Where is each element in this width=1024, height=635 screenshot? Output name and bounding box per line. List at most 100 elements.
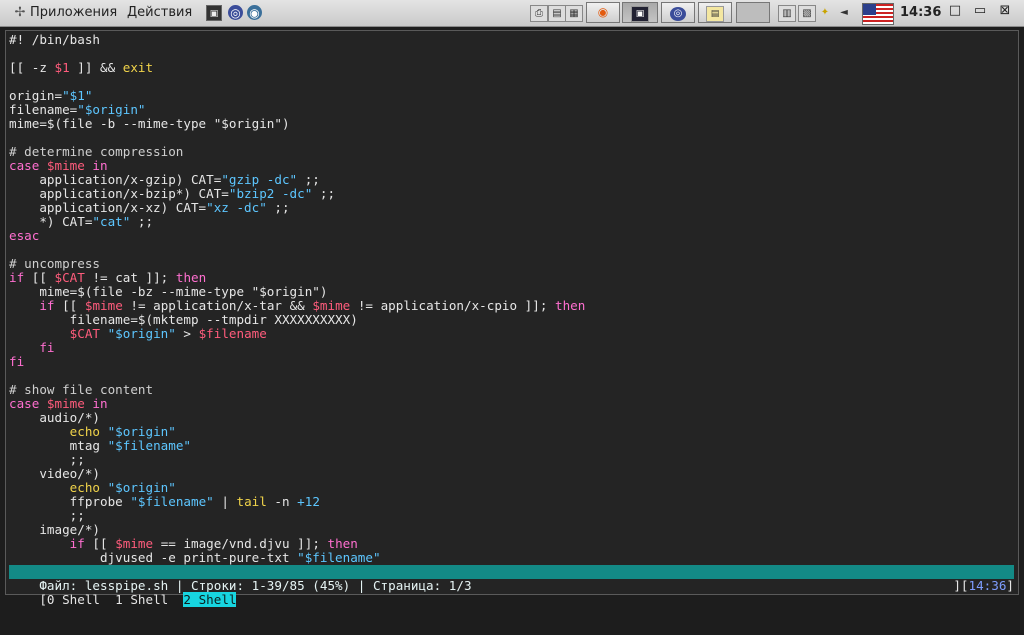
code-line: djvused -e print-pure-txt "$filename": [9, 551, 585, 565]
task-app[interactable]: ◎: [661, 2, 695, 23]
code-token: "$origin": [100, 326, 176, 341]
status-bar: Файл: lesspipe.sh | Строки: 1-39/85 (45%…: [9, 565, 1014, 593]
code-token: echo: [69, 480, 101, 495]
app-icon: ◎: [670, 7, 686, 21]
code-token: application/x-xz) CAT=: [9, 200, 207, 215]
network-icon[interactable]: ▦: [565, 5, 583, 22]
code-token: ;;: [297, 172, 320, 187]
code-token: $mime: [115, 536, 154, 551]
task-firefox[interactable]: ◉: [586, 2, 620, 23]
code-token: mtag: [9, 438, 108, 453]
code-line: ;;: [9, 453, 585, 467]
code-token: in: [84, 396, 108, 411]
code-line: $CAT "$origin" > $filename: [9, 327, 585, 341]
volume-icon[interactable]: ◄: [836, 5, 852, 20]
code-line: application/x-gzip) CAT="gzip -dc" ;;: [9, 173, 585, 187]
code-token: ;;: [9, 452, 85, 467]
code-token: ffprobe: [9, 494, 131, 509]
code-token: "$origin": [77, 102, 146, 117]
terminal-window[interactable]: #! /bin/bash [[ -z $1 ]] && exit origin=…: [5, 30, 1019, 607]
code-token: "xz -dc": [206, 200, 267, 215]
terminal-icon: ▣: [631, 6, 649, 22]
task-empty[interactable]: [736, 2, 770, 23]
weather-icon[interactable]: ✦: [817, 5, 833, 20]
code-token: ;;: [266, 200, 290, 215]
code-token: case: [9, 158, 47, 173]
code-line: if [[ $mime == image/vnd.djvu ]]; then: [9, 537, 585, 551]
code-line: ;;: [9, 509, 585, 523]
clipboard-icon[interactable]: ▧: [798, 5, 816, 22]
code-line: filename=$(mktemp --tmpdir XXXXXXXXXX): [9, 313, 585, 327]
code-token: != cat ]];: [84, 270, 176, 285]
editor-icon: ▤: [706, 6, 724, 22]
minimize-button[interactable]: ▭: [973, 4, 987, 18]
code-token: application/x-bzip*) CAT=: [9, 186, 229, 201]
code-token: ]] &&: [69, 60, 123, 75]
code-line: video/*): [9, 467, 585, 481]
code-token: origin=: [9, 88, 63, 103]
code-token: filename=: [9, 102, 78, 117]
code-token: filename=$(mktemp --tmpdir XXXXXXXXXX): [9, 312, 358, 327]
browser-icon[interactable]: ◉: [247, 5, 262, 20]
code-token: $mime: [46, 158, 85, 173]
code-token: $mime: [84, 298, 123, 313]
code-token: exit: [122, 60, 154, 75]
code-line: ffprobe "$filename" | tail -n +12: [9, 495, 585, 509]
code-token: |: [213, 494, 237, 509]
code-token: ;;: [312, 186, 336, 201]
code-token: >: [175, 326, 199, 341]
code-token: $CAT: [54, 270, 85, 285]
code-token: [[: [24, 270, 55, 285]
code-token: audio/*): [9, 410, 100, 425]
code-token: ;;: [130, 214, 154, 229]
panel-clock[interactable]: 14:36: [900, 5, 941, 20]
keyboard-layout-flag-icon[interactable]: [862, 3, 894, 25]
code-line: if [[ $mime != application/x-tar && $mim…: [9, 299, 585, 313]
top-panel: ✢ Приложения Действия ▣ ◎ ◉ ⎙ ▤ ▦ ◉ ▣ ◎ …: [0, 0, 1024, 27]
code-token: "$filename": [130, 494, 214, 509]
printer-icon[interactable]: ⎙: [530, 5, 548, 22]
task-editor[interactable]: ▤: [698, 2, 732, 23]
task-terminal[interactable]: ▣: [622, 2, 658, 23]
code-token: fi: [39, 340, 55, 355]
code-line: # show file content: [9, 383, 585, 397]
flag-canton: [863, 4, 876, 15]
code-token: in: [84, 158, 108, 173]
code-line: origin="$1": [9, 89, 585, 103]
code-line: echo "$origin": [9, 425, 585, 439]
code-token: #! /bin/bash: [9, 32, 100, 47]
notes-icon[interactable]: ▤: [548, 5, 566, 22]
code-token: # determine compression: [9, 144, 184, 159]
code-line: *) CAT="cat" ;;: [9, 215, 585, 229]
maximize-button[interactable]: □: [948, 4, 962, 18]
screen-tabs-bar: [0 Shell 1 Shell 2 Shell ][14:36]: [9, 579, 1014, 607]
screen-clock: ][14:36]: [953, 579, 1014, 593]
code-line: audio/*): [9, 411, 585, 425]
app-launcher-icon[interactable]: ◎: [228, 5, 243, 20]
files-icon[interactable]: ▥: [778, 5, 796, 22]
code-token: video/*): [9, 466, 100, 481]
code-token: case: [9, 396, 47, 411]
code-view[interactable]: #! /bin/bash [[ -z $1 ]] && exit origin=…: [9, 33, 585, 565]
close-button[interactable]: ⊠: [998, 4, 1012, 18]
code-line: esac: [9, 229, 585, 243]
code-token: "cat": [92, 214, 131, 229]
terminal-icon[interactable]: ▣: [206, 5, 222, 21]
code-token: "$1": [62, 88, 93, 103]
code-token: $mime: [46, 396, 85, 411]
actions-menu[interactable]: Действия: [127, 5, 192, 20]
applications-menu-icon[interactable]: ✢: [12, 5, 28, 21]
code-token: $mime: [312, 298, 351, 313]
code-line: fi: [9, 355, 585, 369]
code-line: filename="$origin": [9, 103, 585, 117]
applications-menu[interactable]: Приложения: [30, 5, 117, 20]
code-token: $CAT: [69, 326, 101, 341]
code-line: application/x-xz) CAT="xz -dc" ;;: [9, 201, 585, 215]
